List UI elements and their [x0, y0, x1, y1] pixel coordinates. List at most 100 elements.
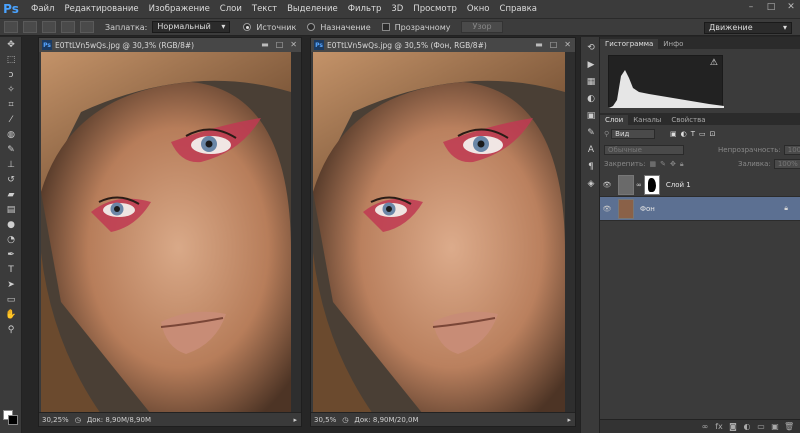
menu-layers[interactable]: Слои	[215, 4, 247, 14]
document-canvas[interactable]	[41, 52, 291, 414]
eye-icon[interactable]: 👁︎	[600, 181, 614, 189]
character-panel-icon[interactable]: A	[584, 144, 598, 156]
adjustment-layer-icon[interactable]: ◐	[742, 422, 752, 432]
tab-histogram[interactable]: Гистограмма	[600, 39, 659, 49]
swatches-panel-icon[interactable]: ▦	[584, 76, 598, 88]
layer-mask-thumbnail[interactable]	[643, 174, 660, 195]
magic-wand-tool-icon[interactable]: ✧	[2, 83, 20, 97]
adjustment-filter-icon[interactable]: ◐	[681, 130, 687, 138]
minimize-icon[interactable]: ▬	[535, 40, 543, 49]
trash-icon[interactable]: 🗑︎	[784, 422, 794, 432]
menu-window[interactable]: Окно	[462, 4, 495, 14]
kind-filter-select[interactable]: Вид	[611, 129, 656, 139]
shape-tool-icon[interactable]: ▭	[2, 293, 20, 307]
tab-properties[interactable]: Свойства	[666, 115, 710, 125]
menu-filter[interactable]: Фильтр	[343, 4, 387, 14]
warning-icon[interactable]: ⚠	[710, 58, 718, 68]
hand-tool-icon[interactable]: ✋	[2, 308, 20, 322]
close-icon[interactable]: ✕	[786, 2, 796, 12]
maximize-icon[interactable]: □	[550, 40, 558, 49]
lock-transparent-icon[interactable]: ▦	[649, 160, 656, 168]
crop-tool-icon[interactable]: ⌗	[2, 98, 20, 112]
type-filter-icon[interactable]: T	[691, 130, 695, 138]
background-color-swatch[interactable]	[8, 415, 18, 425]
eraser-tool-icon[interactable]: ▰	[2, 188, 20, 202]
adjustments-panel-icon[interactable]: ◐	[584, 93, 598, 105]
new-layer-icon[interactable]: ▣	[770, 422, 780, 432]
layer-row-selected[interactable]: 👁︎ Фон 🔒︎	[600, 197, 800, 221]
source-radio[interactable]	[243, 23, 252, 31]
gradient-tool-icon[interactable]: ▤	[2, 203, 20, 217]
lock-all-icon[interactable]: 🔒︎	[680, 160, 684, 169]
menu-help[interactable]: Справка	[495, 4, 542, 14]
dodge-tool-icon[interactable]: ◔	[2, 233, 20, 247]
document-tab[interactable]: Ps E0TtLVn5wQs.jpg @ 30,5% (Фон, RGB/8#)…	[311, 38, 575, 52]
blur-tool-icon[interactable]: ●	[2, 218, 20, 232]
status-arrow-icon[interactable]: ▸	[567, 416, 571, 424]
actions-panel-icon[interactable]: ▶	[584, 59, 598, 71]
maximize-icon[interactable]: □	[276, 40, 284, 49]
styles-panel-icon[interactable]: ▣	[584, 110, 598, 122]
path-selection-tool-icon[interactable]: ➤	[2, 278, 20, 292]
blend-mode-select[interactable]: Обычные	[604, 145, 684, 155]
history-brush-tool-icon[interactable]: ↺	[2, 173, 20, 187]
vertical-scrollbar[interactable]	[565, 52, 575, 414]
pattern-button[interactable]: Узор	[461, 21, 503, 33]
lock-pixels-icon[interactable]: ✎	[660, 160, 666, 168]
fx-icon[interactable]: fx	[714, 422, 724, 432]
move-tool-icon[interactable]: ✥	[2, 38, 20, 52]
paragraph-panel-icon[interactable]: ¶	[584, 161, 598, 173]
new-selection-icon[interactable]	[23, 21, 37, 33]
zoom-tool-icon[interactable]: ⚲	[2, 323, 20, 337]
brush-tool-icon[interactable]: ✎	[2, 143, 20, 157]
vertical-scrollbar[interactable]	[291, 52, 301, 414]
zoom-level[interactable]: 30,25%	[42, 416, 69, 424]
menu-file[interactable]: Файл	[26, 4, 59, 14]
healing-tool-icon[interactable]: ◍	[2, 128, 20, 142]
lock-position-icon[interactable]: ✥	[670, 160, 676, 168]
link-layers-icon[interactable]: ∞	[700, 422, 710, 432]
tab-layers[interactable]: Слои	[600, 115, 629, 125]
3d-panel-icon[interactable]: ◈	[584, 178, 598, 190]
stamp-tool-icon[interactable]: ⊥	[2, 158, 20, 172]
layer-row[interactable]: 👁︎ ∞ Слой 1	[600, 173, 800, 197]
menu-3d[interactable]: 3D	[386, 4, 408, 14]
intersect-selection-icon[interactable]	[80, 21, 94, 33]
minimize-icon[interactable]: –	[746, 2, 756, 12]
tab-info[interactable]: Инфо	[658, 39, 688, 49]
fill-input[interactable]: 100%	[773, 159, 800, 169]
lasso-tool-icon[interactable]: ↄ	[2, 68, 20, 82]
marquee-tool-icon[interactable]: ⬚	[2, 53, 20, 67]
menu-type[interactable]: Текст	[247, 4, 282, 14]
smart-object-filter-icon[interactable]: ⊡	[710, 130, 716, 138]
close-icon[interactable]: ✕	[290, 40, 297, 49]
menu-image[interactable]: Изображение	[144, 4, 215, 14]
add-selection-icon[interactable]	[42, 21, 56, 33]
menu-edit[interactable]: Редактирование	[59, 4, 143, 14]
pen-tool-icon[interactable]: ✒	[2, 248, 20, 262]
menu-view[interactable]: Просмотр	[408, 4, 462, 14]
subtract-selection-icon[interactable]	[61, 21, 75, 33]
new-group-icon[interactable]: ▭	[756, 422, 766, 432]
transparent-checkbox[interactable]	[381, 23, 390, 31]
opacity-input[interactable]: 100%	[783, 145, 800, 155]
eye-icon[interactable]: 👁︎	[600, 205, 614, 213]
tab-channels[interactable]: Каналы	[628, 115, 666, 125]
workspace-select[interactable]: Движение ▾	[704, 22, 792, 34]
maximize-icon[interactable]: □	[766, 2, 776, 12]
destination-radio[interactable]	[307, 23, 316, 31]
patch-mode-select[interactable]: Нормальный ▾	[152, 21, 231, 33]
type-tool-icon[interactable]: T	[2, 263, 20, 277]
status-arrow-icon[interactable]: ▸	[293, 416, 297, 424]
document-canvas[interactable]	[313, 52, 565, 414]
history-panel-icon[interactable]: ⟲	[584, 42, 598, 54]
brushes-panel-icon[interactable]: ✎	[584, 127, 598, 139]
add-mask-icon[interactable]: ◙	[728, 422, 738, 432]
shape-filter-icon[interactable]: ▭	[699, 130, 706, 138]
close-icon[interactable]: ✕	[564, 40, 571, 49]
pixel-filter-icon[interactable]: ▣	[670, 130, 677, 138]
tool-preset-button[interactable]	[4, 21, 18, 33]
minimize-icon[interactable]: ▬	[261, 40, 269, 49]
menu-select[interactable]: Выделение	[282, 4, 343, 14]
zoom-level[interactable]: 30,5%	[314, 416, 336, 424]
